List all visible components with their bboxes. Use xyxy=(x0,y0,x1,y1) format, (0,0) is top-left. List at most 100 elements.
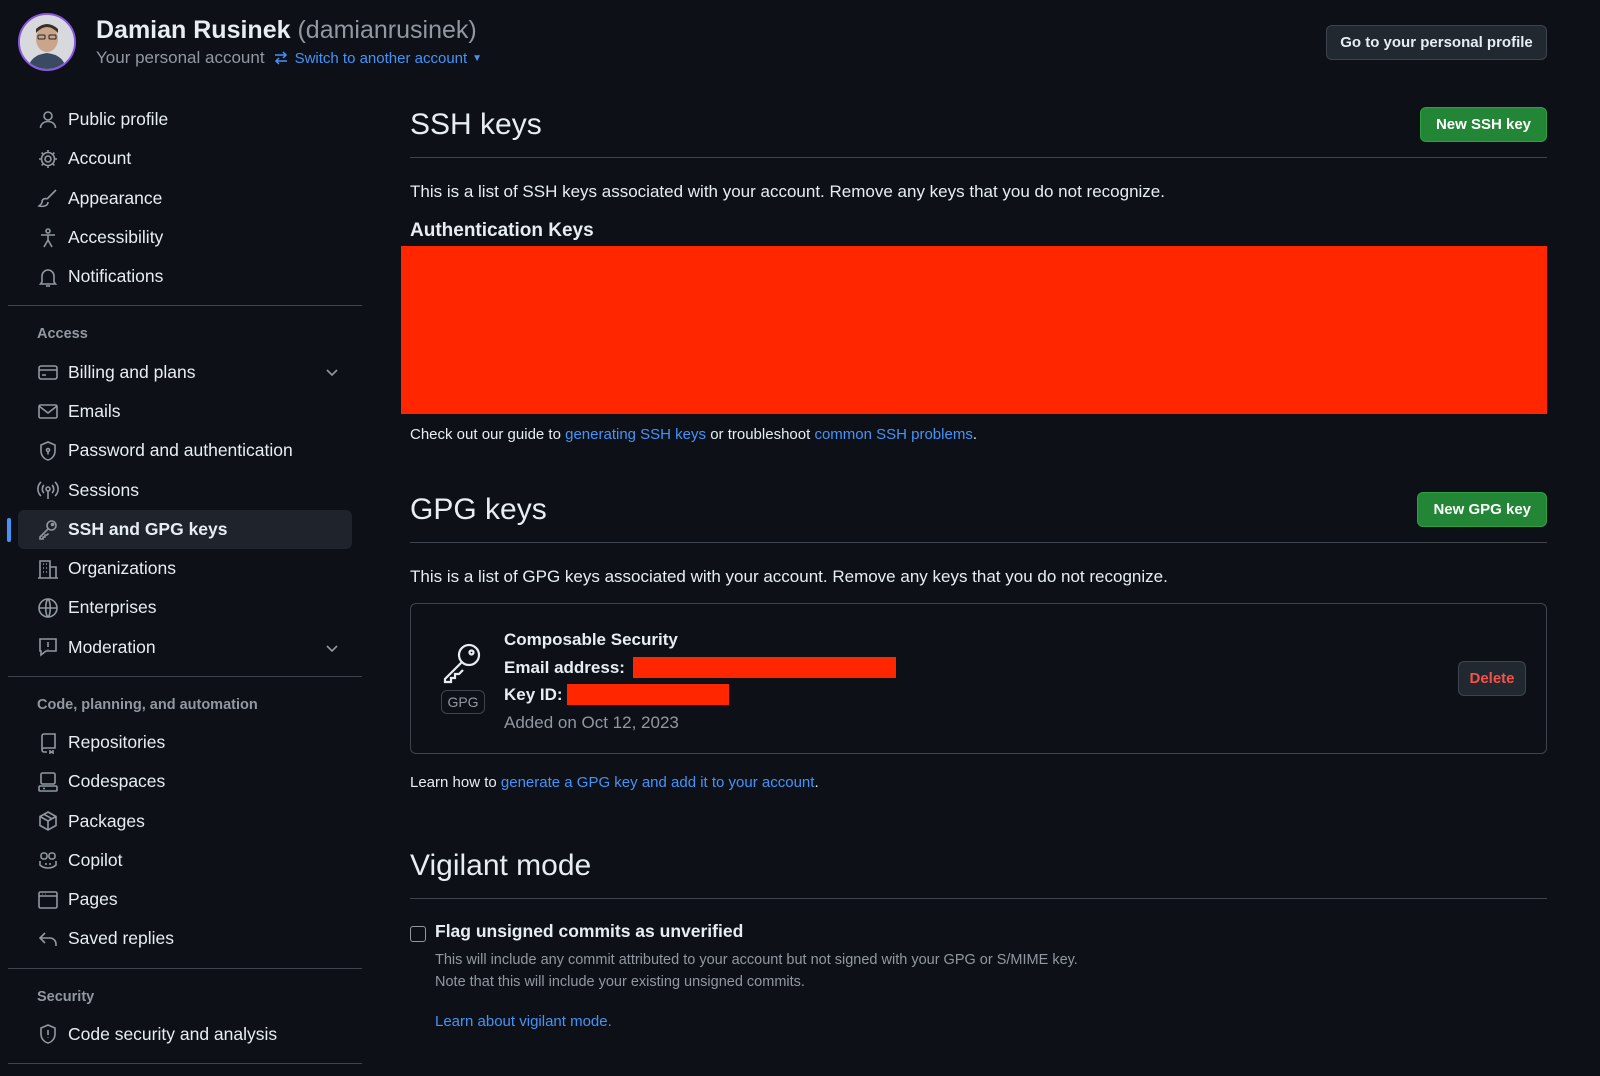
avatar-photo xyxy=(20,15,74,69)
account-subtitle-row: Your personal account Switch to another … xyxy=(96,48,482,68)
organization-icon xyxy=(37,558,59,580)
sidebar-item-saved-replies[interactable]: Saved replies xyxy=(18,919,352,958)
redacted-email xyxy=(632,656,896,678)
chevron-down-icon[interactable] xyxy=(324,364,340,380)
sidebar-item-label: Account xyxy=(68,148,132,169)
sidebar-item-sessions[interactable]: Sessions xyxy=(18,470,352,509)
new-gpg-key-button[interactable]: New GPG key xyxy=(1417,492,1547,527)
gpg-description: This is a list of GPG keys associated wi… xyxy=(410,567,1168,586)
avatar[interactable] xyxy=(18,13,76,71)
flag-unsigned-checkbox[interactable] xyxy=(410,926,426,942)
vigilant-desc-line: This will include any commit attributed … xyxy=(435,952,1078,968)
ssh-guide-text: Check out our guide to generating SSH ke… xyxy=(410,426,1547,443)
sidebar-item-label: Codespaces xyxy=(68,771,166,792)
sidebar-item-organizations[interactable]: Organizations xyxy=(18,549,352,588)
account-header: Damian Rusinek (damianrusinek) Your pers… xyxy=(0,0,1600,90)
redacted-key-id xyxy=(566,684,729,706)
sidebar-item-billing[interactable]: Billing and plans xyxy=(18,352,352,391)
keyid-label: Key ID: xyxy=(504,685,563,704)
vigilant-description: This will include any commit attributed … xyxy=(435,949,1078,993)
sidebar-item-enterprises[interactable]: Enterprises xyxy=(18,588,352,627)
account-name: Damian Rusinek (damianrusinek) xyxy=(96,16,477,45)
sidebar-item-label: Enterprises xyxy=(68,597,157,618)
learn-vigilant-mode-link[interactable]: Learn about vigilant mode. xyxy=(435,1013,612,1030)
sidebar-item-label: Moderation xyxy=(68,636,156,657)
vigilant-desc-line: Note that this will include your existin… xyxy=(435,974,805,990)
credit-card-icon xyxy=(37,361,59,383)
sidebar-item-moderation[interactable]: Moderation xyxy=(18,628,352,667)
guide-prefix: Check out our guide to xyxy=(410,426,566,443)
sidebar-heading-security: Security xyxy=(37,988,95,1005)
caret-down-icon[interactable]: ▼ xyxy=(472,53,482,64)
sidebar-item-label: Emails xyxy=(68,400,121,421)
learn-suffix: . xyxy=(814,774,819,791)
flag-unsigned-label[interactable]: Flag unsigned commits as unverified xyxy=(435,921,743,942)
sidebar-item-copilot[interactable]: Copilot xyxy=(18,841,352,880)
sidebar-item-emails[interactable]: Emails xyxy=(18,392,352,431)
gpg-added-date: Added on Oct 12, 2023 xyxy=(504,712,679,732)
ssh-description: This is a list of SSH keys associated wi… xyxy=(410,182,1165,201)
chevron-down-icon[interactable] xyxy=(324,640,340,656)
reply-icon xyxy=(37,928,59,950)
generating-ssh-keys-link[interactable]: generating SSH keys xyxy=(565,426,706,443)
sidebar-item-code-security[interactable]: Code security and analysis xyxy=(18,1015,352,1054)
browser-icon xyxy=(37,889,59,911)
sidebar-item-label: Pages xyxy=(68,889,118,910)
sidebar-item-label: Notifications xyxy=(68,266,164,287)
sidebar-heading-access: Access xyxy=(37,326,88,343)
ssh-keys-section: SSH keys New SSH key This is a list of S… xyxy=(401,100,1547,443)
gpg-key-name: Composable Security xyxy=(504,630,678,649)
redacted-ssh-keys xyxy=(401,246,1547,414)
account-display-name: Damian Rusinek xyxy=(96,16,291,44)
vigilant-mode-section: Vigilant mode Flag unsigned commits as u… xyxy=(410,841,1547,1051)
gpg-keyid-row: Key ID: xyxy=(504,681,896,709)
sidebar-item-ssh-gpg-keys[interactable]: SSH and GPG keys xyxy=(7,509,352,549)
sidebar-item-codespaces[interactable]: Codespaces xyxy=(18,762,352,801)
sidebar-item-label: Code security and analysis xyxy=(68,1023,278,1044)
sidebar-item-pages[interactable]: Pages xyxy=(18,880,352,919)
settings-sidebar: Public profile Account Appearance Access… xyxy=(7,100,362,1074)
sidebar-item-password[interactable]: Password and authentication xyxy=(18,431,352,470)
person-icon xyxy=(37,109,59,131)
sidebar-item-label: SSH and GPG keys xyxy=(68,518,228,539)
vigilant-option: Flag unsigned commits as unverified This… xyxy=(410,921,1547,1051)
sidebar-item-appearance[interactable]: Appearance xyxy=(18,179,352,218)
learn-prefix: Learn how to xyxy=(410,774,501,791)
sidebar-item-label: Sessions xyxy=(68,479,140,500)
sidebar-item-label: Repositories xyxy=(68,732,166,752)
sidebar-item-label: Accessibility xyxy=(68,227,164,248)
gpg-keys-section: GPG keys New GPG key This is a list of G… xyxy=(410,485,1547,791)
common-ssh-problems-link[interactable]: common SSH problems xyxy=(814,426,972,443)
vigilant-section-header: Vigilant mode xyxy=(410,841,1547,899)
arrow-switch-icon xyxy=(273,50,289,66)
codespaces-icon xyxy=(37,771,59,793)
sidebar-item-public-profile[interactable]: Public profile xyxy=(18,100,352,139)
generate-gpg-key-link[interactable]: generate a GPG key and add it to your ac… xyxy=(501,774,815,791)
sidebar-divider xyxy=(8,675,362,677)
sidebar-item-packages[interactable]: Packages xyxy=(18,801,352,840)
sidebar-heading-code: Code, planning, and automation xyxy=(37,696,258,713)
sidebar-item-repositories[interactable]: Repositories xyxy=(18,723,352,762)
sidebar-divider xyxy=(8,967,362,969)
switch-account-link[interactable]: Switch to another account xyxy=(295,50,468,67)
sidebar-item-label: Billing and plans xyxy=(68,361,196,382)
paintbrush-icon xyxy=(37,187,59,209)
settings-main: SSH keys New SSH key This is a list of S… xyxy=(401,100,1547,1051)
go-to-profile-button[interactable]: Go to your personal profile xyxy=(1326,25,1547,60)
sidebar-item-notifications[interactable]: Notifications xyxy=(18,257,352,296)
ssh-title: SSH keys xyxy=(410,108,542,141)
shield-lock-icon xyxy=(37,440,59,462)
account-handle: (damianrusinek) xyxy=(297,16,477,44)
sidebar-divider xyxy=(8,1062,362,1064)
sidebar-item-account[interactable]: Account xyxy=(18,139,352,178)
gpg-title: GPG keys xyxy=(410,493,547,526)
repo-icon xyxy=(37,732,59,754)
sidebar-item-label: Password and authentication xyxy=(68,440,293,461)
copilot-icon xyxy=(37,849,59,871)
new-ssh-key-button[interactable]: New SSH key xyxy=(1419,107,1547,142)
gpg-section-header: GPG keys New GPG key xyxy=(410,485,1547,543)
sidebar-item-accessibility[interactable]: Accessibility xyxy=(18,218,352,257)
delete-gpg-key-button[interactable]: Delete xyxy=(1458,661,1526,696)
sidebar-item-label: Saved replies xyxy=(68,928,175,949)
gpg-learn-text: Learn how to generate a GPG key and add … xyxy=(410,774,1547,791)
